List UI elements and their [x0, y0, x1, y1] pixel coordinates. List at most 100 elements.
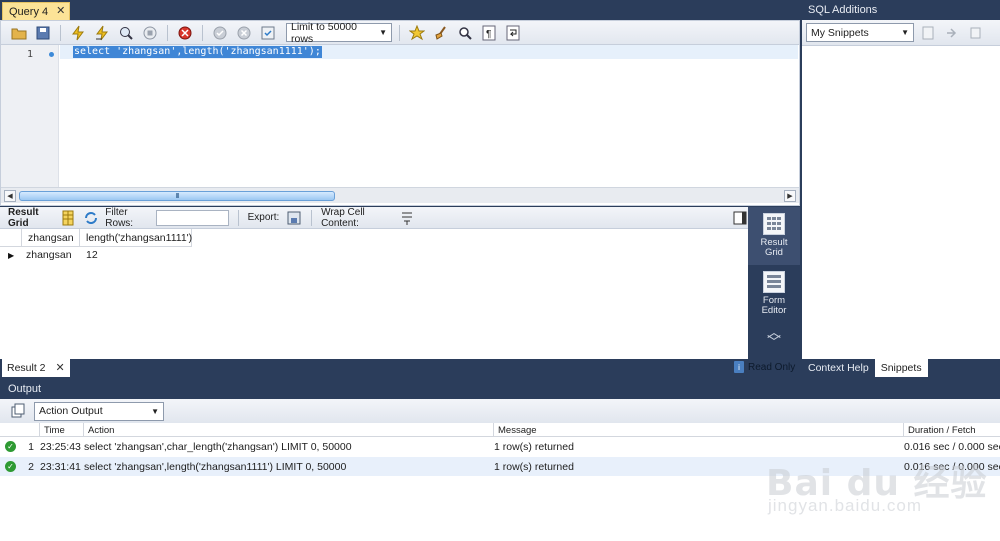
scroll-left-icon[interactable]: ◀: [4, 190, 16, 202]
info-icon: i: [734, 361, 744, 373]
beautify-broom-icon[interactable]: [431, 23, 451, 43]
scroll-thumb[interactable]: III: [19, 191, 335, 201]
chevron-down-icon: ﹀: [767, 334, 781, 350]
commit-icon[interactable]: [210, 23, 230, 43]
table-row[interactable]: ▶ zhangsan 12: [0, 247, 194, 263]
stop-icon[interactable]: [140, 23, 160, 43]
result-grid-view-button[interactable]: Result Grid: [748, 207, 800, 265]
output-row[interactable]: ✓ 2 23:31:41 select 'zhangsan',length('z…: [0, 457, 1000, 476]
sql-toolbar: Limit to 50000 rows ▼ ¶: [1, 21, 799, 45]
sql-additions-title: SQL Additions: [802, 0, 1000, 20]
output-row-number: 2: [28, 460, 34, 473]
execute-current-icon[interactable]: [92, 23, 112, 43]
export-label: Export:: [247, 212, 280, 223]
snippets-select[interactable]: My Snippets ▼: [806, 23, 914, 42]
wrap-lines-icon[interactable]: [503, 23, 523, 43]
save-icon[interactable]: [33, 23, 53, 43]
output-column-header[interactable]: Action: [84, 423, 494, 437]
result-panel: Result Grid Filter Rows: Export: Wrap Ce…: [0, 207, 748, 359]
toolbar-separator: [237, 209, 239, 226]
output-message: 1 row(s) returned: [494, 440, 574, 453]
grid-cell[interactable]: 12: [82, 249, 194, 261]
toggle-panel-icon[interactable]: [731, 208, 748, 228]
output-mode-select[interactable]: Action Output ▼: [34, 401, 164, 421]
close-icon[interactable]: ✕: [56, 6, 65, 17]
insert-snippet-icon[interactable]: [918, 23, 938, 43]
snippets-select-value: My Snippets: [811, 26, 869, 39]
output-time: 23:31:41: [40, 460, 81, 473]
grid-layout-icon[interactable]: [60, 208, 77, 228]
result-tab-label: Result 2: [7, 362, 46, 374]
output-action: select 'zhangsan',char_length('zhangsan'…: [84, 440, 352, 453]
sql-additions-panel: SQL Additions My Snippets ▼: [802, 0, 1000, 359]
success-check-icon: ✓: [5, 461, 16, 472]
add-snippet-star-icon[interactable]: [407, 23, 427, 43]
result-tab[interactable]: Result 2 ✕: [2, 359, 70, 377]
output-header: Time Action Message Duration / Fetch: [0, 423, 1000, 437]
output-column-header[interactable]: Duration / Fetch: [904, 423, 1000, 437]
grid-cell[interactable]: zhangsan: [24, 249, 82, 261]
wrap-cell-label: Wrap Cell Content:: [321, 206, 365, 229]
read-only-indicator: i Read Only: [734, 361, 795, 373]
sql-editor-panel: Limit to 50000 rows ▼ ¶ 1 select 'zhangs…: [0, 20, 800, 206]
output-mode-value: Action Output: [39, 405, 103, 417]
row-header-corner: [0, 229, 22, 247]
export-icon[interactable]: [285, 208, 302, 228]
output-row[interactable]: ✓ 1 23:25:43 select 'zhangsan',char_leng…: [0, 437, 1000, 456]
chevron-down-icon: ▼: [379, 28, 387, 37]
form-icon: [763, 271, 785, 293]
copy-snippet-icon[interactable]: [966, 23, 986, 43]
query-tab-bar: Query 4 ✕: [0, 0, 800, 20]
form-editor-view-button[interactable]: Form Editor: [748, 267, 800, 323]
toggle-error-icon[interactable]: [175, 23, 195, 43]
wrap-cell-icon[interactable]: [398, 208, 415, 228]
output-duration: 0.016 sec / 0.000 sec: [904, 440, 1000, 453]
current-row-arrow-icon: ▶: [8, 250, 15, 260]
invisible-chars-icon[interactable]: ¶: [479, 23, 499, 43]
result-grid-header: zhangsan length('zhangsan1111'): [0, 229, 192, 247]
tab-context-help[interactable]: Context Help: [802, 359, 875, 377]
find-icon[interactable]: [455, 23, 475, 43]
output-row-number: 1: [28, 440, 34, 453]
autocommit-icon[interactable]: [258, 23, 278, 43]
snippets-toolbar: My Snippets ▼: [802, 20, 1000, 46]
success-check-icon: ✓: [5, 441, 16, 452]
toolbar-separator: [311, 209, 313, 226]
toolbar-separator: [399, 24, 400, 41]
result-tab-bar: Result 2 ✕ i Read Only: [0, 359, 800, 377]
column-header[interactable]: length('zhangsan1111'): [80, 229, 192, 247]
output-message: 1 row(s) returned: [494, 460, 574, 473]
result-grid-view-label: Result Grid: [760, 237, 788, 258]
open-folder-icon[interactable]: [9, 23, 29, 43]
output-column-header[interactable]: Time: [40, 423, 84, 437]
toolbar-separator: [167, 24, 168, 41]
output-action: select 'zhangsan',length('zhangsan1111')…: [84, 460, 347, 473]
explain-icon[interactable]: [116, 23, 136, 43]
limit-rows-value: Limit to 50000 rows: [291, 20, 357, 45]
toolbar-separator: [60, 24, 61, 41]
line-number: 1: [27, 49, 34, 60]
column-header-label: length('zhangsan1111'): [86, 231, 193, 244]
filter-rows-label: Filter Rows:: [105, 206, 134, 229]
output-status-column: [0, 423, 40, 437]
close-icon[interactable]: ✕: [56, 362, 65, 374]
rollback-icon[interactable]: [234, 23, 254, 43]
tab-snippets[interactable]: Snippets: [874, 359, 928, 377]
execute-icon[interactable]: [68, 23, 88, 43]
limit-rows-select[interactable]: Limit to 50000 rows ▼: [286, 20, 392, 45]
sql-editor-text[interactable]: select 'zhangsan',length('zhangsan1111')…: [73, 46, 322, 58]
copy-output-icon[interactable]: [8, 401, 28, 421]
horizontal-scrollbar[interactable]: ◀ III ▶: [1, 187, 799, 203]
column-header[interactable]: zhangsan: [22, 229, 80, 247]
output-time: 23:25:43: [40, 440, 81, 453]
refresh-icon[interactable]: [82, 208, 99, 228]
filter-rows-input[interactable]: [155, 209, 229, 226]
form-editor-view-label: Form Editor: [761, 295, 787, 316]
replace-snippet-icon[interactable]: [942, 23, 962, 43]
svg-text:¶: ¶: [486, 29, 491, 40]
switcher-scroll-icon[interactable]: ︿ ﹀: [748, 325, 800, 357]
output-column-header[interactable]: Message: [494, 423, 904, 437]
scroll-right-icon[interactable]: ▶: [784, 190, 796, 202]
query-tab[interactable]: Query 4 ✕: [2, 2, 71, 20]
scroll-thumb-grip: III: [175, 192, 180, 200]
